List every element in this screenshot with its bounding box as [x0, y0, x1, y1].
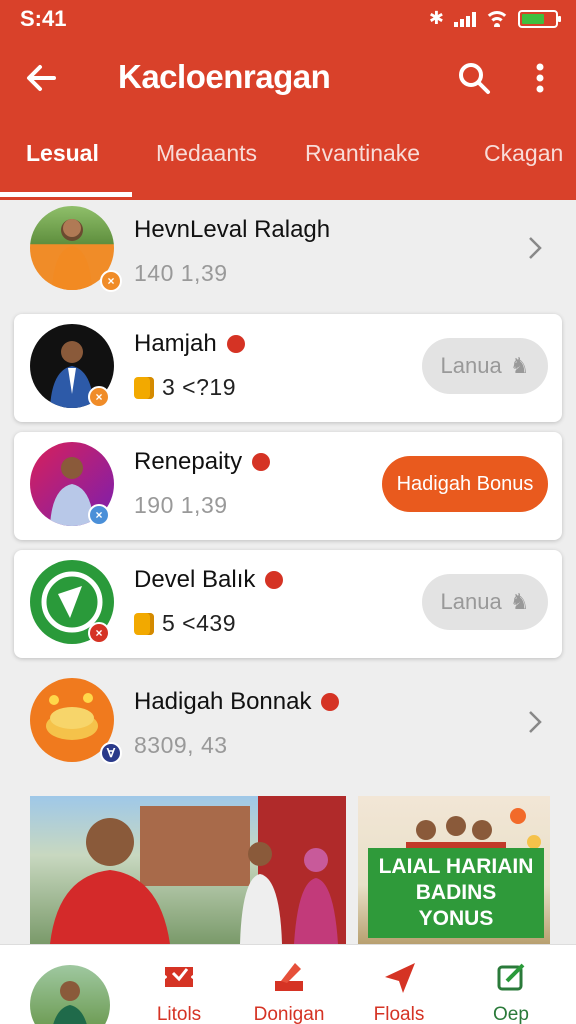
rank-badge: × [88, 622, 110, 644]
nav-floals[interactable]: Floals [344, 959, 454, 1024]
flag-icon [226, 335, 245, 353]
wifi-icon [486, 10, 508, 27]
item-name: Hamjah [134, 330, 245, 358]
list-item[interactable]: × Renepaity 190 1,39 Hadigah Bonus [14, 432, 562, 540]
promo-caption: LAIAL HARIAIN BADINS YONUS [368, 848, 544, 938]
lanua-button[interactable]: Lanua ♞ [422, 574, 548, 630]
promo-banner-bonus[interactable]: LAIAL HARIAIN BADINS YONUS [358, 796, 550, 944]
tab-lesual[interactable]: Lesual [26, 140, 99, 167]
flag-icon [321, 693, 340, 711]
ticket-icon [165, 967, 193, 987]
paper-plane-icon [385, 963, 415, 993]
nav-oep[interactable]: Oep [456, 959, 566, 1024]
item-value: 140 1,39 [134, 260, 228, 286]
rank-badge: × [88, 386, 110, 408]
list-item[interactable]: × Devel Balık 5 <439 Lanua ♞ [14, 550, 562, 658]
coin-icon [134, 376, 154, 399]
tab-bar: Lesual Medaants Rvantinake Ckagan [0, 128, 576, 200]
list-item[interactable]: ∀ Hadigah Bonnak 8309, 43 [14, 672, 562, 780]
rank-badge: ∀ [100, 742, 122, 764]
nav-litols[interactable]: Litols [124, 959, 234, 1024]
lanua-button[interactable]: Lanua ♞ [422, 338, 548, 394]
chevron-right-icon[interactable] [520, 228, 550, 268]
item-value: 5 <439 [134, 610, 236, 637]
horse-icon: ♞ [509, 353, 530, 378]
bluetooth-icon: ✱ [428, 8, 444, 28]
app-bar: Kacloenragan [0, 40, 576, 120]
status-icons: ✱ [428, 8, 561, 29]
tab-rvantinake[interactable]: Rvantinake [305, 140, 420, 167]
status-bar: S:41 ✱ [0, 0, 576, 38]
profile-avatar[interactable] [30, 965, 110, 1024]
tab-medaants[interactable]: Medaants [156, 140, 257, 167]
app-header: S:41 ✱ Kacloenragan Lesual Medaants Rvan… [0, 0, 576, 200]
item-name: HevnLeval Ralagh [134, 216, 331, 243]
edit-square-icon [497, 963, 525, 991]
item-value: 190 1,39 [134, 492, 228, 518]
item-name: Hadigah Bonnak [134, 688, 340, 716]
promo-banner-photo[interactable] [30, 796, 346, 944]
status-time: S:41 [20, 6, 67, 31]
list-item[interactable]: × HevnLeval Ralagh 140 1,39 [14, 204, 562, 312]
hadigah-bonus-button[interactable]: Hadigah Bonus [382, 456, 548, 512]
nav-donigan[interactable]: Donigan [234, 959, 344, 1024]
rank-badge: × [100, 270, 122, 292]
bottom-nav: Litols Donigan Floals Oep [0, 944, 576, 1024]
more-vert-icon[interactable] [526, 58, 554, 98]
list-item[interactable]: × Hamjah 3 <?19 Lanua ♞ [14, 314, 562, 422]
search-icon[interactable] [454, 58, 494, 98]
flag-icon [265, 571, 284, 589]
item-value: 3 <?19 [134, 374, 236, 401]
item-name: Devel Balık [134, 566, 284, 594]
flag-icon [252, 453, 271, 471]
back-arrow-icon[interactable] [22, 58, 62, 98]
tab-indicator [0, 192, 132, 197]
rank-badge: × [88, 504, 110, 526]
chevron-right-icon[interactable] [520, 702, 550, 742]
signal-icon [454, 11, 476, 27]
item-name: Renepaity [134, 448, 271, 476]
item-value: 8309, 43 [134, 732, 228, 758]
horse-icon: ♞ [509, 589, 530, 614]
pencil-icon [275, 963, 303, 991]
tab-ckagan[interactable]: Ckagan [484, 140, 563, 167]
coin-icon [134, 612, 154, 635]
battery-icon [518, 9, 561, 28]
app-title: Kacloenragan [118, 58, 331, 95]
